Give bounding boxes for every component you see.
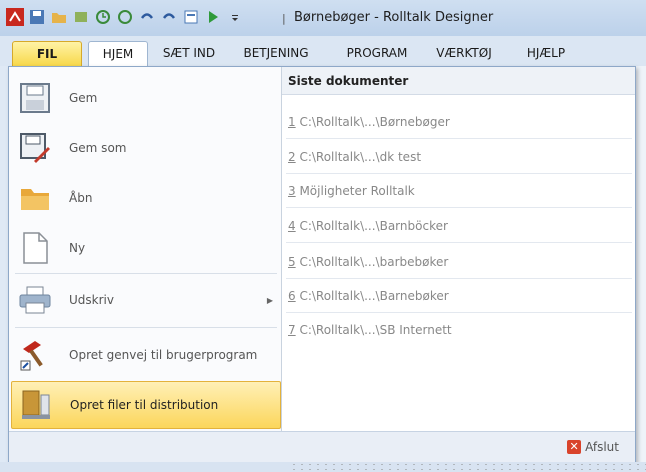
menu-item-label: Gem: [69, 91, 98, 105]
menu-item-save[interactable]: Gem: [11, 75, 279, 121]
customize-qat-icon[interactable]: [226, 8, 244, 26]
menu-item-label: Ny: [69, 241, 86, 255]
play-icon[interactable]: [204, 8, 222, 26]
recent-document-item[interactable]: 1 C:\Rolltalk\...\Børnebøger: [288, 115, 450, 129]
tab-hjaelp[interactable]: HJÆLP: [520, 41, 572, 65]
recent-document-item[interactable]: 4 C:\Rolltalk\...\Barnböcker: [288, 219, 448, 233]
menu-item-new[interactable]: Ny: [11, 225, 279, 271]
menu-divider: [15, 273, 277, 274]
tab-vaerktoej[interactable]: VÆRKTØJ: [432, 41, 496, 65]
menu-item-label: Udskriv: [69, 293, 114, 307]
submenu-arrow-icon: ▶: [266, 295, 273, 305]
distribution-icon: [20, 389, 52, 421]
recent-document-item[interactable]: 2 C:\Rolltalk\...\dk test: [288, 150, 421, 164]
recent-divider: [286, 207, 632, 208]
save-as-icon: [19, 132, 51, 164]
exit-button[interactable]: ✕ Afslut: [567, 440, 619, 454]
recent-divider: [286, 242, 632, 243]
document-background: [636, 66, 646, 472]
tab-hjem[interactable]: HJEM: [88, 41, 148, 66]
recent-documents-header: Siste dokumenter: [282, 67, 635, 95]
properties-icon[interactable]: [72, 8, 90, 26]
printer-icon: [19, 284, 51, 316]
recent-document-item[interactable]: 7 C:\Rolltalk\...\SB Internett: [288, 323, 452, 337]
recent-document-item[interactable]: 6 C:\Rolltalk\...\Barnebøker: [288, 289, 449, 303]
exit-label: Afslut: [585, 440, 619, 454]
menu-item-save-as[interactable]: Gem som: [11, 125, 279, 171]
quick-access-toolbar: [6, 8, 244, 26]
save-icon: [19, 82, 51, 114]
new-document-icon: [19, 232, 51, 264]
menu-divider: [15, 327, 277, 328]
recent-divider: [286, 138, 632, 139]
title-separator: |: [282, 12, 286, 25]
menu-item-label: Åbn: [69, 191, 93, 205]
menu-item-label: Opret filer til distribution: [70, 398, 219, 412]
recent-divider: [286, 173, 632, 174]
file-menu-footer: ✕ Afslut: [9, 431, 635, 464]
menu-item-create-distribution[interactable]: Opret filer til distribution: [11, 381, 281, 429]
title-bar: | Børnebøger - Rolltalk Designer: [0, 0, 646, 36]
redo-icon[interactable]: [160, 8, 178, 26]
undo-icon[interactable]: [138, 8, 156, 26]
history-icon[interactable]: [94, 8, 112, 26]
tab-betjening[interactable]: BETJENING: [236, 41, 316, 65]
menu-item-open[interactable]: Åbn: [11, 175, 279, 221]
save-icon[interactable]: [28, 8, 46, 26]
menu-item-create-shortcut[interactable]: Opret genvej til brugerprogram: [11, 332, 279, 378]
tab-saet-ind[interactable]: SÆT IND: [160, 41, 218, 65]
ribbon-tabs: FIL HJEM SÆT IND BETJENING PROGRAM VÆRKT…: [0, 36, 646, 66]
file-menu-commands: Gem Gem som Åbn Ny Udskriv ▶ Opret genve…: [9, 67, 282, 431]
app-icon[interactable]: [6, 8, 24, 26]
file-menu: Gem Gem som Åbn Ny Udskriv ▶ Opret genve…: [8, 66, 636, 464]
recent-divider: [286, 312, 632, 313]
ruler: [290, 462, 646, 472]
window-title: Børnebøger - Rolltalk Designer: [294, 10, 494, 25]
folder-icon: [19, 182, 51, 214]
close-icon: ✕: [567, 440, 582, 454]
open-folder-icon[interactable]: [50, 8, 68, 26]
preview-icon[interactable]: [182, 8, 200, 26]
recent-divider: [286, 278, 632, 279]
menu-item-label: Opret genvej til brugerprogram: [69, 348, 258, 362]
tab-fil[interactable]: FIL: [12, 41, 82, 66]
hammer-shortcut-icon: [19, 339, 51, 371]
refresh-icon[interactable]: [116, 8, 134, 26]
menu-item-print[interactable]: Udskriv ▶: [11, 277, 279, 323]
recent-document-item[interactable]: 5 C:\Rolltalk\...\barbebøker: [288, 255, 448, 269]
recent-document-item[interactable]: 3 Möjligheter Rolltalk: [288, 184, 415, 198]
recent-documents-panel: Siste dokumenter 1 C:\Rolltalk\...\Børne…: [282, 67, 635, 431]
menu-item-label: Gem som: [69, 141, 127, 155]
tab-program[interactable]: PROGRAM: [338, 41, 416, 65]
